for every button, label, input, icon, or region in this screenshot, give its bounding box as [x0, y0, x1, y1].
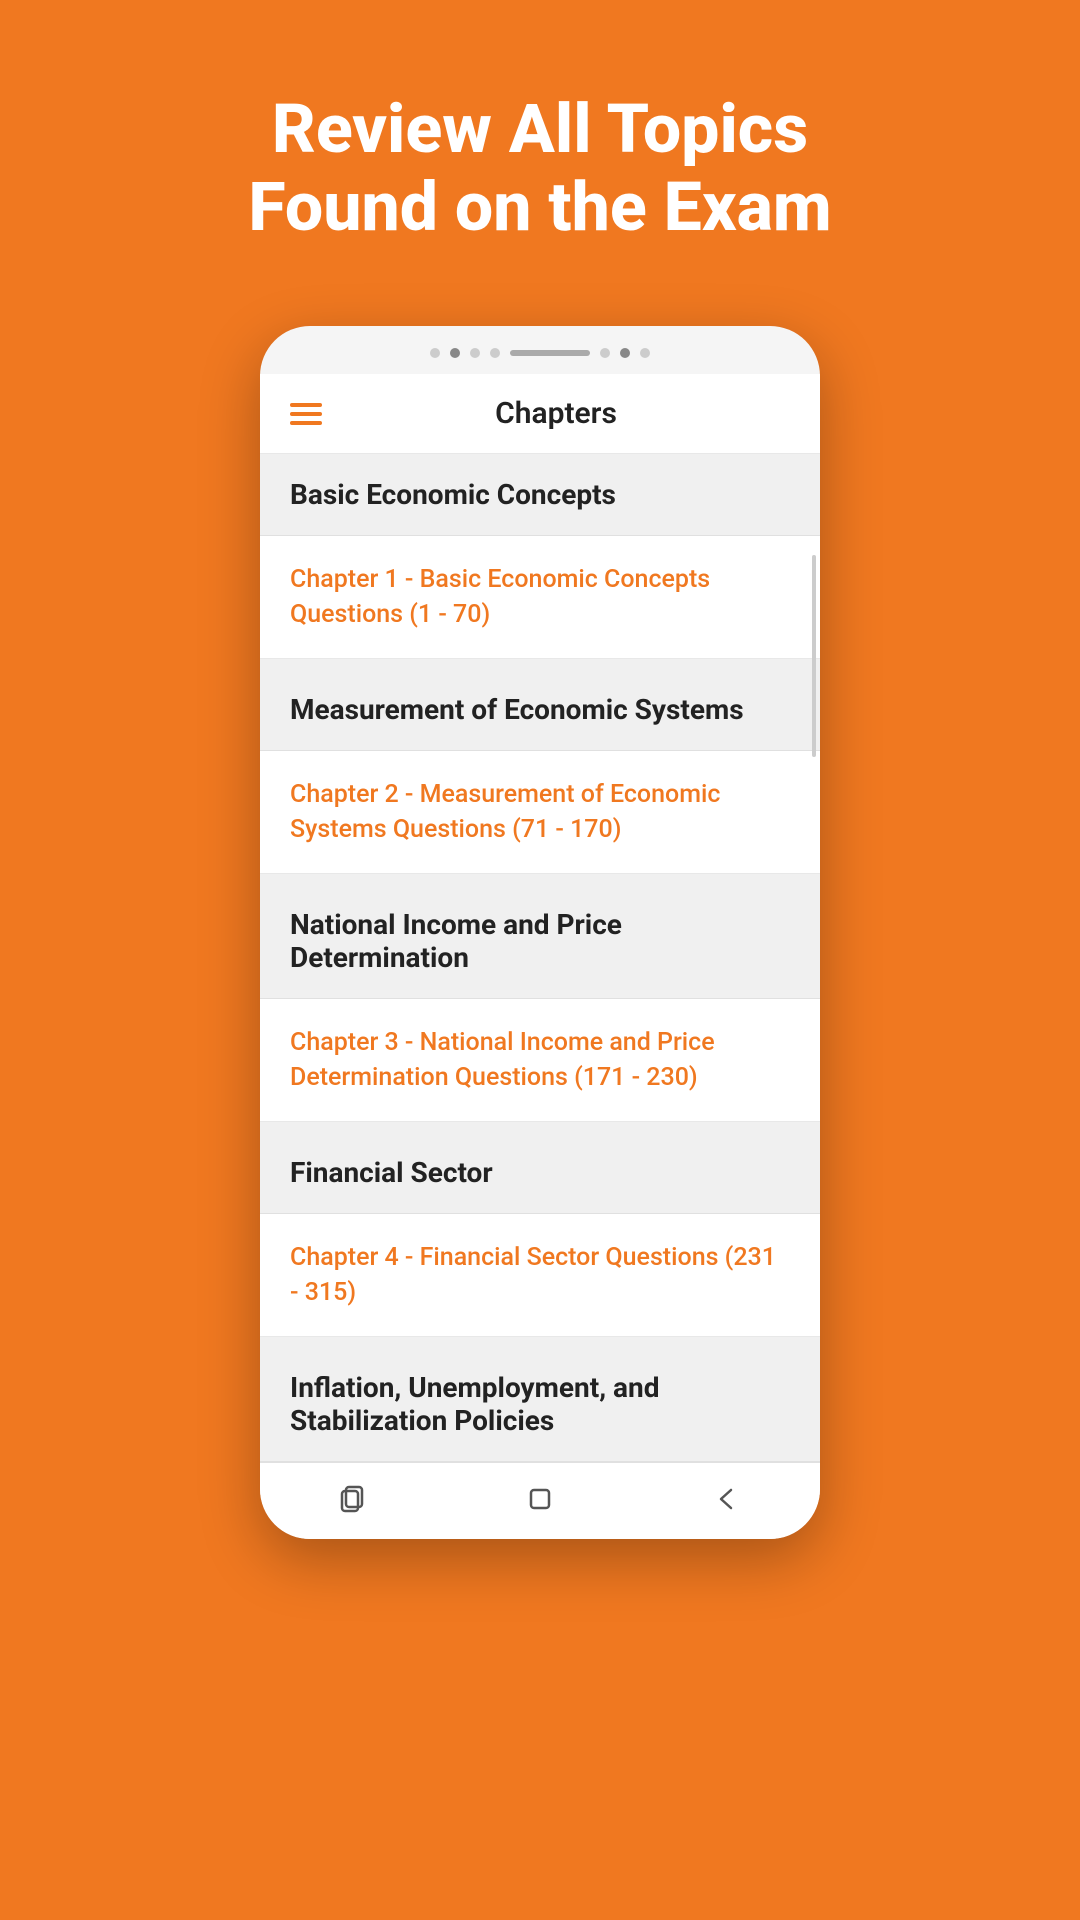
section-title-4: Financial Sector	[290, 1156, 493, 1189]
dot3	[470, 348, 480, 358]
app-topbar: Chapters	[260, 374, 820, 454]
chapter-link-4[interactable]: Chapter 4 - Financial Sector Questions (…	[260, 1214, 820, 1337]
hamburger-line3	[290, 421, 322, 425]
header-line2: Found on the Exam	[248, 167, 831, 247]
app-title: Chapters	[322, 396, 790, 431]
phone-notch	[510, 350, 590, 356]
chapter-link-2[interactable]: Chapter 2 - Measurement of Economic Syst…	[260, 751, 820, 874]
section-header-1: Basic Economic Concepts	[260, 454, 820, 536]
chapter-list: Basic Economic Concepts Chapter 1 - Basi…	[260, 454, 820, 1462]
section-title-1: Basic Economic Concepts	[290, 478, 616, 511]
dot4	[490, 348, 500, 358]
hamburger-line2	[290, 412, 322, 416]
hamburger-menu-button[interactable]	[290, 403, 322, 425]
section-header-2: Measurement of Economic Systems	[260, 669, 820, 751]
divider-1	[260, 659, 820, 669]
chapter-link-3[interactable]: Chapter 3 - National Income and Price De…	[260, 999, 820, 1122]
header-text: Review All Topics Found on the Exam	[188, 90, 891, 246]
divider-4	[260, 1337, 820, 1347]
section-title-2: Measurement of Economic Systems	[290, 693, 744, 726]
phone-mockup: Chapters Basic Economic Concepts Chapter…	[260, 326, 820, 1539]
dot2	[450, 348, 460, 358]
dot6	[620, 348, 630, 358]
phone-status-bar	[260, 348, 820, 374]
dot5	[600, 348, 610, 358]
section-title-5: Inflation, Unemployment, and Stabilizati…	[290, 1371, 659, 1437]
chapter-list-container: Basic Economic Concepts Chapter 1 - Basi…	[260, 454, 820, 1462]
scrollbar-hint	[812, 555, 816, 757]
back-nav-button[interactable]	[702, 1479, 752, 1519]
section-header-5: Inflation, Unemployment, and Stabilizati…	[260, 1347, 820, 1462]
dot7	[640, 348, 650, 358]
divider-2	[260, 874, 820, 884]
section-header-3: National Income and Price Determination	[260, 884, 820, 999]
chapter-link-1[interactable]: Chapter 1 - Basic Economic Concepts Ques…	[260, 536, 820, 659]
section-title-3: National Income and Price Determination	[290, 908, 622, 974]
divider-3	[260, 1122, 820, 1132]
dot1	[430, 348, 440, 358]
recents-nav-button[interactable]	[328, 1479, 378, 1519]
phone-bottom-nav	[260, 1462, 820, 1539]
hamburger-line1	[290, 403, 322, 407]
section-header-4: Financial Sector	[260, 1132, 820, 1214]
header-line1: Review All Topics	[272, 89, 808, 169]
home-nav-button[interactable]	[515, 1479, 565, 1519]
